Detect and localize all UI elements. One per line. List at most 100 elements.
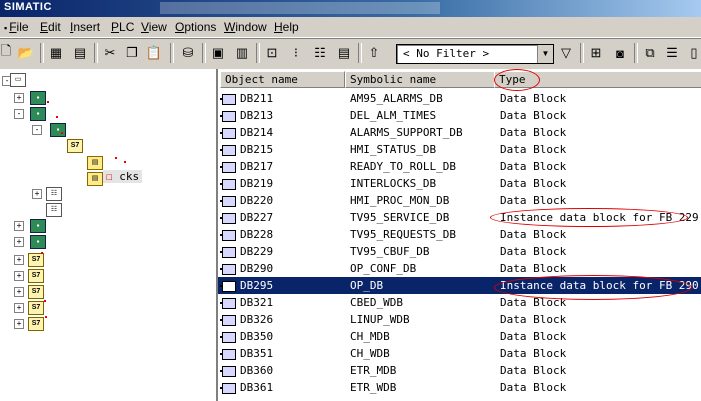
expander-plus[interactable]: + bbox=[14, 93, 24, 103]
table-row[interactable]: DB361 ETR_WDB Data Block bbox=[218, 379, 701, 396]
expander-minus[interactable]: - bbox=[14, 109, 24, 119]
accessible-nodes-icon[interactable]: ▦ bbox=[46, 43, 66, 63]
table-row[interactable]: DB211 AM95_ALARMS_DB Data Block bbox=[218, 90, 701, 107]
s7-program-icon[interactable]: S7 bbox=[28, 253, 44, 267]
menu-edit[interactable]: Edit bbox=[40, 20, 61, 34]
expander-plus[interactable]: + bbox=[32, 189, 42, 199]
expander-plus[interactable]: + bbox=[14, 303, 24, 313]
cell-symbolic-name: HMI_STATUS_DB bbox=[350, 143, 437, 156]
project-icon[interactable]: ▭ bbox=[10, 73, 26, 87]
table-row[interactable]: DB229 TV95_CBUF_DB Data Block bbox=[218, 243, 701, 260]
table-row[interactable]: DB326 LINUP_WDB Data Block bbox=[218, 311, 701, 328]
menu-options[interactable]: Options bbox=[175, 20, 216, 34]
cell-object-name: DB211 bbox=[240, 92, 274, 105]
station-icon[interactable]: ▪ bbox=[30, 107, 46, 121]
table-row[interactable]: DB350 CH_MDB Data Block bbox=[218, 328, 701, 345]
data-block-icon bbox=[220, 281, 236, 292]
menu-view[interactable]: View bbox=[141, 20, 167, 34]
table-row[interactable]: DB295 OP_DB Instance data block for FB 290 bbox=[218, 277, 701, 294]
menu-window[interactable]: Window bbox=[224, 20, 267, 34]
table-row[interactable]: DB213 DEL_ALM_TIMES Data Block bbox=[218, 107, 701, 124]
expander-plus[interactable]: + bbox=[14, 221, 24, 231]
s7-program-icon[interactable]: S7 bbox=[67, 139, 83, 153]
table-row[interactable]: DB290 OP_CONF_DB Data Block bbox=[218, 260, 701, 277]
column-header-object-name[interactable]: Object name bbox=[220, 71, 345, 88]
data-block-icon bbox=[220, 162, 236, 173]
station-icon[interactable]: ▪ bbox=[30, 235, 46, 249]
menu-help[interactable]: Help bbox=[274, 20, 299, 34]
cell-symbolic-name: OP_CONF_DB bbox=[350, 262, 417, 275]
copy-icon[interactable]: ❐ bbox=[122, 43, 142, 63]
menu-plc[interactable]: PLC bbox=[111, 20, 134, 34]
table-row[interactable]: DB215 HMI_STATUS_DB Data Block bbox=[218, 141, 701, 158]
up-one-level-icon[interactable]: ⇧ bbox=[364, 43, 384, 63]
module-icon[interactable]: ☷ bbox=[46, 187, 62, 201]
s7-program-icon[interactable]: S7 bbox=[28, 285, 44, 299]
expander-minus[interactable]: - bbox=[32, 125, 42, 135]
menu-insert[interactable]: Insert bbox=[70, 20, 100, 34]
expander-plus[interactable]: + bbox=[14, 271, 24, 281]
table-row[interactable]: DB217 READY_TO_ROLL_DB Data Block bbox=[218, 158, 701, 175]
paste-icon[interactable]: 📋 bbox=[144, 43, 164, 63]
memory-card-icon[interactable]: ▤ bbox=[70, 43, 90, 63]
cell-object-name: DB351 bbox=[240, 347, 274, 360]
diagnostics-icon[interactable]: ◙ bbox=[610, 43, 630, 63]
window-title: SIMATIC bbox=[4, 1, 52, 13]
table-row[interactable]: DB228 TV95_REQUESTS_DB Data Block bbox=[218, 226, 701, 243]
s7-program-icon[interactable]: S7 bbox=[28, 269, 44, 283]
menu-file[interactable]: ▪ File bbox=[4, 20, 29, 34]
column-header-type[interactable]: Type bbox=[494, 71, 701, 88]
tree-selected-label[interactable]: ☐ cks bbox=[103, 170, 143, 183]
filter-value: < No Filter > bbox=[403, 47, 490, 60]
s7-program-icon[interactable]: S7 bbox=[28, 317, 44, 331]
cell-symbolic-name: READY_TO_ROLL_DB bbox=[350, 160, 456, 173]
cell-object-name: DB321 bbox=[240, 296, 274, 309]
sources-folder-icon[interactable]: ▤ bbox=[87, 156, 103, 170]
cpu-icon[interactable]: ▪ bbox=[50, 123, 66, 137]
expander-plus[interactable]: + bbox=[14, 319, 24, 329]
table-row[interactable]: DB351 CH_WDB Data Block bbox=[218, 345, 701, 362]
expander-plus[interactable]: + bbox=[14, 287, 24, 297]
toolbar-separator bbox=[256, 43, 260, 63]
expander-plus[interactable]: + bbox=[14, 255, 24, 265]
table-row[interactable]: DB227 TV95_SERVICE_DB Instance data block … bbox=[218, 209, 701, 226]
cell-object-name: DB295 bbox=[240, 279, 274, 292]
station-icon[interactable]: ▪ bbox=[30, 91, 46, 105]
tile-vertical-icon[interactable]: ▯ bbox=[684, 43, 701, 63]
chevron-down-icon[interactable]: ▼ bbox=[537, 45, 553, 63]
small-icons-icon[interactable]: ⁝ bbox=[286, 43, 306, 63]
table-row[interactable]: DB214 ALARMS_SUPPORT_DB Data Block bbox=[218, 124, 701, 141]
table-row[interactable]: DB219 INTERLOCKS_DB Data Block bbox=[218, 175, 701, 192]
cascade-windows-icon[interactable]: ⧉ bbox=[640, 43, 660, 63]
download-icon[interactable]: ⛁ bbox=[178, 43, 198, 63]
offline-icon[interactable]: ▥ bbox=[232, 43, 252, 63]
open-icon[interactable]: 📂 bbox=[16, 43, 36, 63]
table-row[interactable]: DB360 ETR_MDB Data Block bbox=[218, 362, 701, 379]
module-icon[interactable]: ☷ bbox=[46, 203, 62, 217]
table-row[interactable]: DB220 HMI_PROC_MON_DB Data Block bbox=[218, 192, 701, 209]
online-icon[interactable]: ▣ bbox=[208, 43, 228, 63]
toolbar-separator bbox=[634, 43, 638, 63]
table-row[interactable]: DB321 CBED_WDB Data Block bbox=[218, 294, 701, 311]
blocks-folder-icon[interactable]: ▤ bbox=[87, 172, 103, 186]
column-header-symbolic-name[interactable]: Symbolic name bbox=[345, 71, 495, 88]
app-menu-icon[interactable]: ▪ bbox=[4, 23, 7, 33]
list-view-icon[interactable]: ☷ bbox=[310, 43, 330, 63]
details-view-icon[interactable]: ▤ bbox=[334, 43, 354, 63]
cut-icon[interactable]: ✂ bbox=[100, 43, 120, 63]
cell-type: Data Block bbox=[500, 109, 567, 122]
s7-program-icon[interactable]: S7 bbox=[28, 301, 44, 315]
cell-symbolic-name: LINUP_WDB bbox=[350, 313, 410, 326]
data-block-icon bbox=[220, 298, 236, 309]
station-icon[interactable]: ▪ bbox=[30, 219, 46, 233]
expander-plus[interactable]: + bbox=[14, 237, 24, 247]
large-icons-icon[interactable]: ⊡ bbox=[262, 43, 282, 63]
filter-settings-icon[interactable]: ▽ bbox=[556, 43, 576, 63]
tile-horizontal-icon[interactable]: ☰ bbox=[662, 43, 682, 63]
simulation-icon[interactable]: ⊞ bbox=[586, 43, 606, 63]
new-icon[interactable]: 🗋 bbox=[0, 43, 16, 63]
data-block-icon bbox=[220, 247, 236, 258]
data-block-icon bbox=[220, 349, 236, 360]
cell-symbolic-name: ETR_WDB bbox=[350, 381, 397, 394]
filter-dropdown[interactable]: < No Filter > ▼ bbox=[396, 44, 554, 64]
